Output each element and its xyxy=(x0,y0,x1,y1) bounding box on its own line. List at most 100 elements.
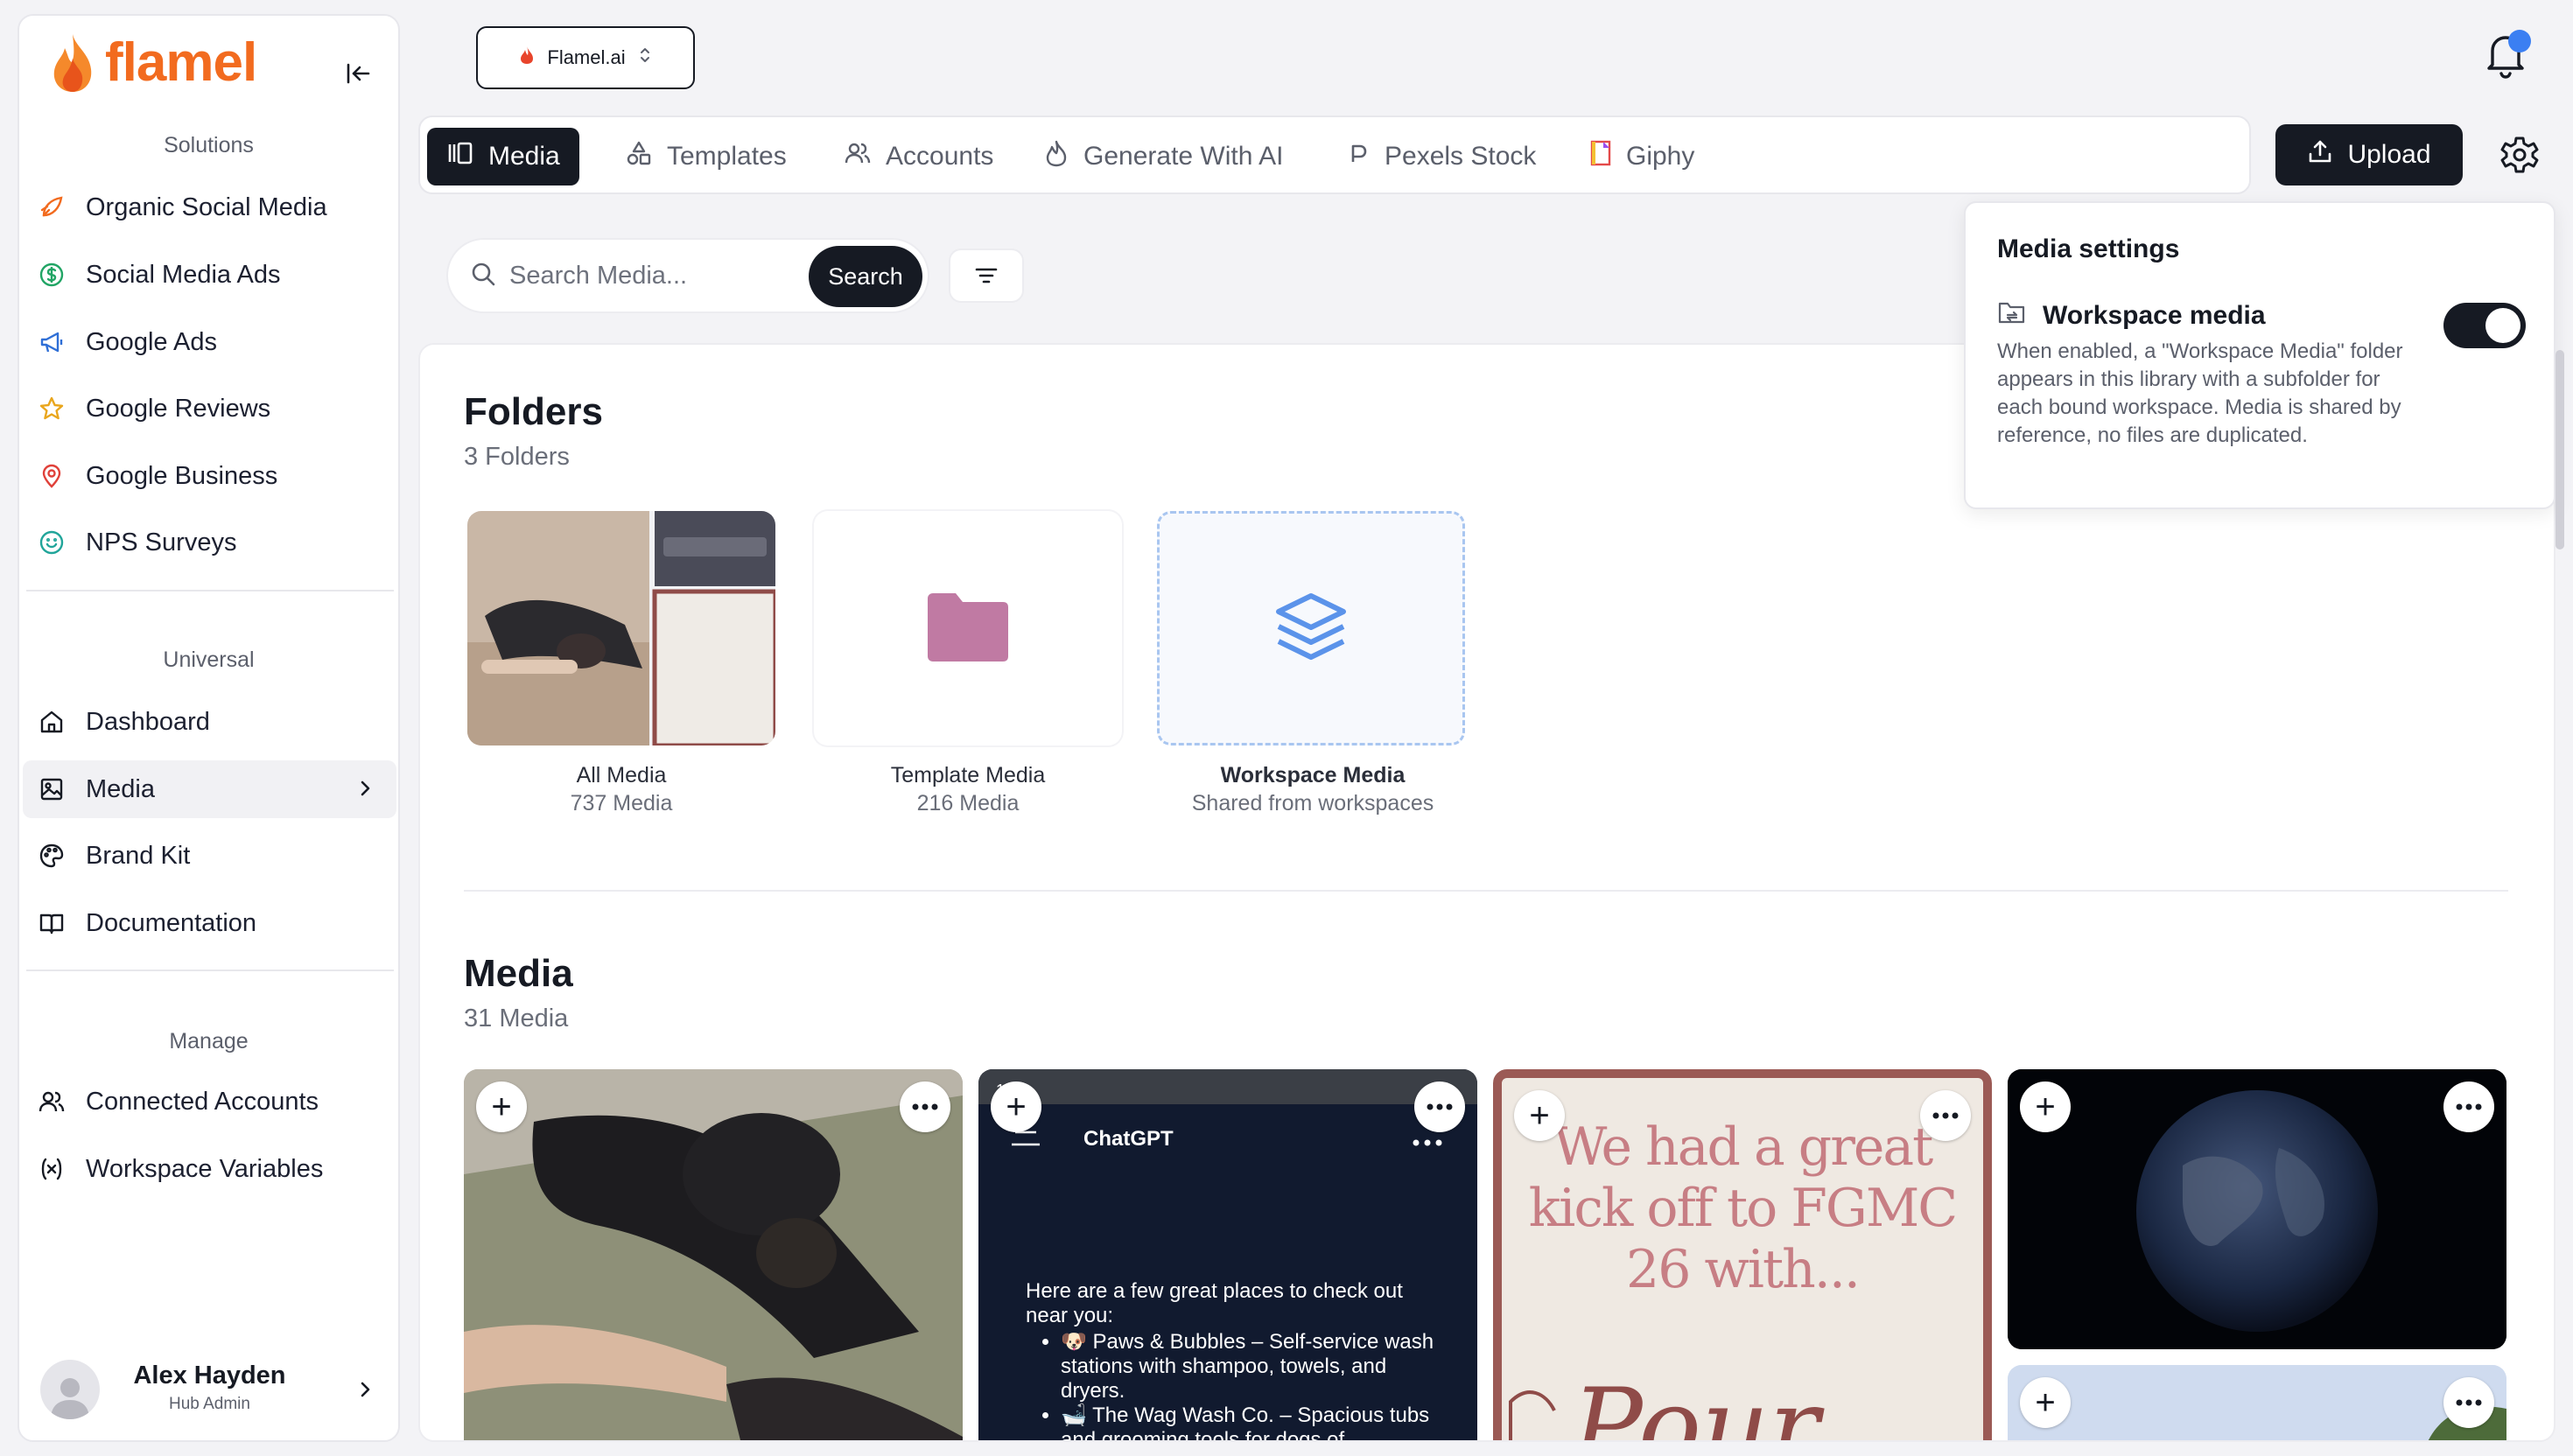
more-options-button[interactable] xyxy=(2443,1082,2494,1132)
workspace-media-toggle[interactable] xyxy=(2443,303,2526,348)
filter-button[interactable] xyxy=(949,248,1024,303)
add-to-post-button[interactable]: + xyxy=(2020,1082,2071,1132)
popover-title: Media settings xyxy=(1997,234,2180,263)
folder-sync-icon xyxy=(1997,299,2027,332)
add-to-post-button[interactable]: + xyxy=(476,1082,527,1132)
media-tile[interactable]: + xyxy=(2008,1069,2506,1349)
variable-icon xyxy=(37,1154,67,1184)
tab-templates[interactable]: Templates xyxy=(606,128,806,186)
decor-swoosh xyxy=(1509,1390,1556,1440)
user-profile-button[interactable]: Alex Hayden Hub Admin xyxy=(23,1348,396,1432)
sidebar-item-dashboard[interactable]: Dashboard xyxy=(23,693,396,751)
search-input[interactable] xyxy=(509,261,798,290)
shapes-icon xyxy=(625,139,653,174)
sidebar-item-media[interactable]: Media xyxy=(23,760,396,818)
collapse-sidebar-button[interactable] xyxy=(340,56,375,91)
folder-name: Workspace Media xyxy=(1220,763,1406,788)
media-tile[interactable]: + xyxy=(464,1069,963,1440)
notifications-button[interactable] xyxy=(2482,28,2531,80)
add-to-post-button[interactable]: + xyxy=(2020,1377,2071,1428)
add-to-post-button[interactable]: + xyxy=(1514,1090,1565,1141)
tab-pexels-stock[interactable]: Pexels Stock xyxy=(1327,128,1555,186)
search-button[interactable]: Search xyxy=(809,246,922,307)
section-divider xyxy=(464,890,2508,892)
tab-accounts[interactable]: Accounts xyxy=(824,128,1013,186)
list-item: 🛁 The Wag Wash Co. – Spacious tubs and g… xyxy=(1061,1404,1437,1440)
toggle-knob xyxy=(2485,308,2520,343)
chevron-right-icon xyxy=(353,776,377,808)
folder-meta: 216 Media xyxy=(916,791,1020,816)
sidebar-item-brand-kit[interactable]: Brand Kit xyxy=(23,827,396,885)
add-to-post-button[interactable]: + xyxy=(991,1082,1041,1132)
media-settings-button[interactable] xyxy=(2499,135,2540,175)
tab-generate-with-ai[interactable]: Generate With AI xyxy=(1024,128,1302,186)
folder-template-media[interactable] xyxy=(814,511,1122,746)
smile-icon xyxy=(37,528,67,557)
more-options-button[interactable] xyxy=(900,1082,950,1132)
brand-name: flamel xyxy=(105,32,257,93)
more-options-button[interactable] xyxy=(1920,1090,1971,1141)
page-scrollbar[interactable] xyxy=(2555,350,2564,550)
sidebar-item-connected-accounts[interactable]: Connected Accounts xyxy=(23,1073,396,1130)
sidebar-item-nps-surveys[interactable]: NPS Surveys xyxy=(23,514,396,571)
sidebar-item-organic-social-media[interactable]: Organic Social Media xyxy=(23,178,396,236)
user-name: Alex Hayden xyxy=(133,1362,286,1390)
tab-giphy[interactable]: Giphy xyxy=(1570,128,1714,186)
more-icon xyxy=(1932,1112,1959,1119)
sidebar-item-workspace-variables[interactable]: Workspace Variables xyxy=(23,1140,396,1198)
tab-media[interactable]: Media xyxy=(427,128,579,186)
media-tile[interactable]: 1:39 ChatGPT Here are a few great places… xyxy=(978,1069,1477,1440)
media-tile[interactable]: We had a great kick off to FGMC 26 with.… xyxy=(1493,1069,1992,1442)
chatgpt-intro: Here are a few great places to check out… xyxy=(1026,1279,1403,1327)
folder-all-media[interactable] xyxy=(467,511,775,746)
phone-status-bar xyxy=(978,1069,1477,1104)
brand-logo[interactable]: flamel xyxy=(49,32,257,94)
chatgpt-header: ChatGPT xyxy=(1083,1127,1174,1151)
home-icon xyxy=(37,707,67,737)
giphy-icon xyxy=(1589,139,1612,174)
yoga-photo xyxy=(464,1069,963,1440)
sidebar-divider xyxy=(26,970,394,971)
sidebar-item-google-reviews[interactable]: Google Reviews xyxy=(23,380,396,438)
tab-label: Generate With AI xyxy=(1083,142,1284,171)
sidebar-item-label: Dashboard xyxy=(86,707,210,736)
sidebar-item-social-media-ads[interactable]: Social Media Ads xyxy=(23,246,396,304)
upload-button[interactable]: Upload xyxy=(2275,124,2463,186)
sidebar-item-google-business[interactable]: Google Business xyxy=(23,447,396,505)
tab-label: Accounts xyxy=(886,142,994,171)
folders-title: Folders xyxy=(464,390,603,433)
users-icon xyxy=(844,139,872,174)
sidebar-item-documentation[interactable]: Documentation xyxy=(23,894,396,952)
filter-icon xyxy=(975,268,998,284)
sidebar: flamel Solutions Organic Social Media So… xyxy=(18,14,400,1442)
folder-workspace-media[interactable] xyxy=(1157,511,1465,746)
all-media-collage xyxy=(467,511,775,746)
kebab-icon xyxy=(1413,1139,1442,1146)
chatgpt-list: 🐶 Paws & Bubbles – Self-service wash sta… xyxy=(1061,1330,1437,1440)
tab-label: Media xyxy=(488,142,560,171)
sidebar-item-google-ads[interactable]: Google Ads xyxy=(23,313,396,371)
promo-script: Pour xyxy=(1572,1367,1819,1442)
more-icon xyxy=(2456,1103,2482,1110)
section-title-manage: Manage xyxy=(169,1029,249,1054)
image-icon xyxy=(37,774,67,804)
media-count: 31 Media xyxy=(464,1004,569,1032)
workspace-selector[interactable]: Flamel.ai xyxy=(476,26,695,89)
media-tabs-bar: Media Templates Accounts Generate With A… xyxy=(418,116,2251,194)
sidebar-item-label: Media xyxy=(86,774,155,803)
setting-label: Workspace media xyxy=(2043,301,2266,330)
rocket-icon xyxy=(37,192,67,222)
tab-label: Templates xyxy=(667,142,787,171)
flame-icon xyxy=(1043,139,1069,174)
sidebar-item-label: Connected Accounts xyxy=(86,1087,319,1116)
collapse-left-icon xyxy=(347,63,370,84)
palette-icon xyxy=(37,841,67,871)
notification-dot xyxy=(2508,30,2531,52)
more-icon xyxy=(912,1103,938,1110)
sidebar-item-label: Organic Social Media xyxy=(86,192,327,221)
upload-icon xyxy=(2307,138,2333,172)
more-options-button[interactable] xyxy=(2443,1377,2494,1428)
more-options-button[interactable] xyxy=(1414,1082,1465,1132)
upload-label: Upload xyxy=(2347,140,2431,169)
media-tile[interactable]: + xyxy=(2008,1365,2506,1440)
